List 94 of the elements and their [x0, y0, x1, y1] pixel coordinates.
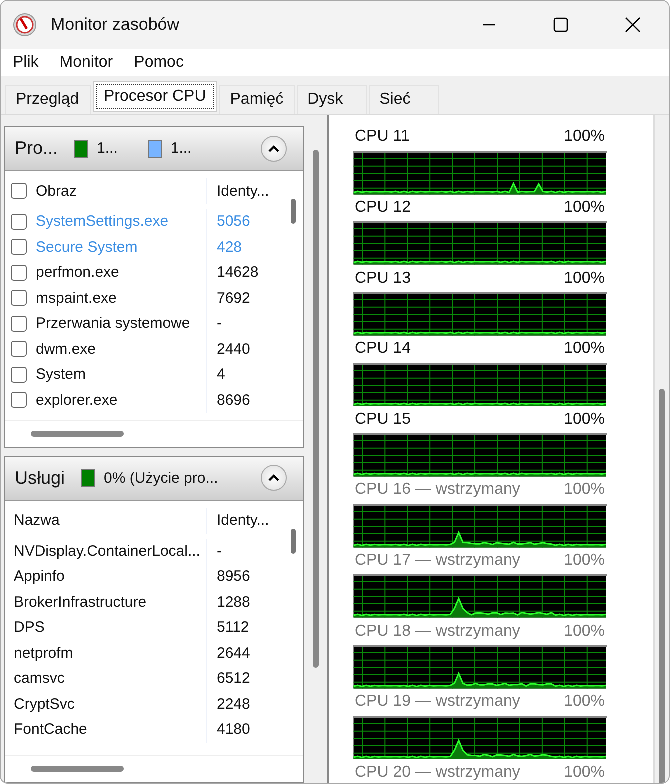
table-cell: 6512	[217, 670, 250, 688]
panel-title: Usługi	[15, 468, 66, 489]
menu-item[interactable]: Pomoc	[134, 54, 184, 72]
table-cell: SystemSettings.exe	[36, 213, 169, 230]
scrollbar-thumb[interactable]	[290, 199, 296, 224]
table-cell: 8696	[217, 392, 250, 409]
checkbox[interactable]	[11, 341, 27, 358]
table-cell: System	[36, 366, 86, 384]
scrollbar-thumb[interactable]	[31, 766, 124, 772]
legend-label: 0% (Użycie pro...	[104, 470, 218, 487]
checkbox[interactable]	[11, 183, 27, 199]
cpu-reading: 100%	[564, 128, 605, 146]
cpu-reading: 100%	[564, 410, 605, 429]
cpu-label: CPU 14	[355, 340, 412, 358]
table-cell: 2248	[217, 696, 250, 713]
maximize-icon	[553, 17, 569, 33]
table-cell: NVDisplay.ContainerLocal...	[14, 542, 200, 560]
scrollbar-thumb[interactable]	[290, 528, 296, 554]
table-cell: netprofm	[14, 644, 74, 662]
table-cell: FontCache	[14, 721, 88, 738]
table-cell: 7692	[217, 290, 250, 307]
checkbox[interactable]	[11, 366, 27, 383]
table-cell: dwm.exe	[36, 340, 96, 358]
checkbox[interactable]	[11, 214, 27, 230]
app-icon	[13, 13, 37, 37]
cpu-label: CPU 20 — wstrzymany	[355, 764, 520, 782]
table-cell: Przerwania systemowe	[36, 315, 190, 332]
chevron-up-icon	[268, 144, 280, 152]
tab[interactable]: Przegląd	[5, 85, 91, 114]
column-header[interactable]: Identy...	[217, 512, 270, 530]
close-icon	[625, 17, 641, 33]
table-cell: Appinfo	[14, 568, 65, 586]
panel-header[interactable]: Pro... 1... 1...	[5, 127, 303, 171]
checkbox[interactable]	[11, 316, 27, 332]
table-cell: 5056	[217, 213, 250, 230]
cpu-reading: 100%	[564, 481, 605, 500]
cpu-label: CPU 12	[355, 199, 412, 218]
table-cell: CryptSvc	[14, 696, 75, 713]
collapse-button[interactable]	[261, 465, 287, 492]
tab[interactable]: Sieć	[368, 85, 439, 114]
cpu-label: CPU 13	[355, 270, 412, 288]
cpu-reading: 100%	[564, 552, 605, 570]
panel-title: Pro...	[15, 138, 58, 159]
table-cell: Secure System	[36, 238, 138, 256]
table-cell: 4180	[217, 721, 250, 738]
checkbox[interactable]	[11, 290, 27, 306]
tab[interactable]: Pamięć	[219, 85, 295, 114]
table-cell: 1288	[217, 594, 250, 611]
legend-label: 1...	[170, 140, 192, 157]
panel-header[interactable]: Usługi 0% (Użycie pro...	[5, 456, 303, 501]
table-cell: BrokerInfrastructure	[14, 594, 147, 611]
cpu-label: CPU 15	[355, 410, 412, 429]
checkbox[interactable]	[11, 392, 27, 408]
menu-item[interactable]: Monitor	[60, 54, 114, 72]
scrollbar-thumb[interactable]	[312, 150, 318, 668]
tab[interactable]: Procesor CPU	[93, 81, 218, 112]
table-cell: perfmon.exe	[36, 264, 120, 282]
table-cell: 5112	[217, 619, 250, 636]
cpu-reading: 100%	[564, 199, 605, 218]
collapse-button[interactable]	[261, 136, 287, 162]
chevron-up-icon	[268, 474, 280, 482]
scrollbar-thumb[interactable]	[31, 430, 124, 437]
cpu-reading: 100%	[564, 622, 605, 641]
table-cell: 4	[217, 366, 226, 384]
checkbox[interactable]	[11, 239, 27, 256]
table-cell: explorer.exe	[36, 392, 118, 409]
menu-item[interactable]: Plik	[13, 54, 39, 72]
cpu-label: CPU 16 — wstrzymany	[355, 481, 520, 500]
window-title: Monitor zasobów	[51, 15, 180, 35]
table-cell: 14628	[217, 264, 259, 282]
cpu-reading: 100%	[564, 270, 605, 288]
table-cell: mspaint.exe	[36, 290, 117, 307]
column-header[interactable]: Nazwa	[14, 512, 60, 530]
table-cell: -	[217, 542, 222, 560]
table-cell: 428	[217, 238, 242, 256]
table-cell: 8956	[217, 568, 250, 586]
legend-label: 1...	[97, 140, 118, 157]
table-cell: 2440	[217, 340, 250, 358]
cpu-label: CPU 18 — wstrzymany	[355, 622, 520, 641]
cpu-label: CPU 11	[355, 128, 410, 146]
cpu-label: CPU 19 — wstrzymany	[355, 693, 520, 712]
cpu-label: CPU 17 — wstrzymany	[355, 552, 520, 570]
tab[interactable]: Dysk	[296, 85, 367, 114]
column-header[interactable]: Identy...	[217, 182, 270, 200]
column-header[interactable]: Obraz	[36, 182, 77, 200]
table-cell: -	[217, 315, 222, 332]
table-cell: 2644	[217, 644, 250, 662]
cpu-reading: 100%	[564, 764, 605, 782]
cpu-reading: 100%	[564, 693, 605, 712]
table-cell: DPS	[14, 619, 45, 636]
cpu-reading: 100%	[564, 340, 605, 358]
table-cell: camsvc	[14, 670, 65, 688]
checkbox[interactable]	[11, 264, 27, 281]
scrollbar-thumb[interactable]	[659, 389, 665, 783]
